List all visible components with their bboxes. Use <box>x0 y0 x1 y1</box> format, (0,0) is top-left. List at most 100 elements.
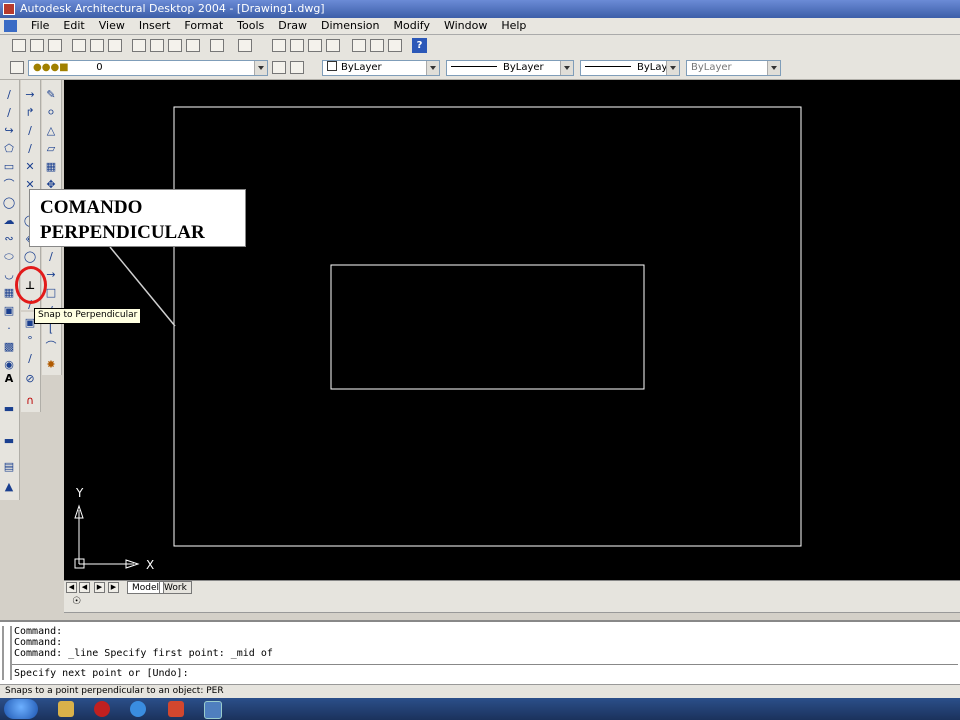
document-icon[interactable] <box>4 20 17 32</box>
lineweight-dropdown[interactable]: ByLayer <box>580 60 680 76</box>
construction-line-icon[interactable]: ∕ <box>2 106 16 120</box>
layer-previous-icon[interactable] <box>290 61 304 74</box>
snap-intersection-icon[interactable]: ✕ <box>23 160 37 174</box>
arc-icon[interactable]: ⌒ <box>2 178 16 192</box>
roof-tool-icon[interactable]: ▲ <box>2 480 16 494</box>
mirror-icon[interactable]: △ <box>44 124 58 138</box>
design-center-icon[interactable] <box>370 39 384 52</box>
osnap-settings-icon[interactable]: ∩ <box>23 394 37 408</box>
linetype-dropdown[interactable]: ByLayer <box>446 60 574 76</box>
point-icon[interactable]: · <box>2 322 16 336</box>
copy-object-icon[interactable]: ⚪ <box>44 106 58 120</box>
make-block-icon[interactable]: ▣ <box>2 304 16 318</box>
snap-from-icon[interactable]: ↱ <box>23 106 37 120</box>
help-icon[interactable]: ? <box>412 38 427 53</box>
target-icon[interactable]: ☉ <box>72 596 81 607</box>
media-player-icon[interactable] <box>94 701 110 717</box>
publish-icon[interactable] <box>108 39 122 52</box>
tab-work[interactable]: Work <box>159 581 192 594</box>
polygon-icon[interactable]: ⬠ <box>2 142 16 156</box>
pan-icon[interactable] <box>272 39 286 52</box>
color-dropdown[interactable]: ByLayer <box>322 60 440 76</box>
insert-block-icon[interactable]: ▦ <box>2 286 16 300</box>
undo-icon[interactable] <box>210 39 224 52</box>
zoom-realtime-icon[interactable] <box>290 39 304 52</box>
next-tab-icon[interactable]: ▶ <box>94 582 105 593</box>
properties-icon[interactable] <box>352 39 366 52</box>
plot-preview-icon[interactable] <box>90 39 104 52</box>
menu-view[interactable]: View <box>92 19 132 33</box>
chevron-down-icon[interactable] <box>767 61 780 75</box>
horizontal-scrollbar[interactable]: ☉ <box>64 595 960 613</box>
copy-icon[interactable] <box>150 39 164 52</box>
hatch-icon[interactable]: ▩ <box>2 340 16 354</box>
explode-icon[interactable]: ✸ <box>44 358 58 372</box>
menu-dimension[interactable]: Dimension <box>314 19 386 33</box>
revcloud-icon[interactable]: ☁ <box>2 214 16 228</box>
save-icon[interactable] <box>48 39 62 52</box>
tool-palettes-icon[interactable] <box>388 39 402 52</box>
match-properties-icon[interactable] <box>186 39 200 52</box>
spline-icon[interactable]: ∾ <box>2 232 16 246</box>
erase-icon[interactable]: ✎ <box>44 88 58 102</box>
zoom-previous-icon[interactable] <box>326 39 340 52</box>
wall-tool-icon[interactable]: ▬ <box>2 402 16 416</box>
make-current-layer-icon[interactable] <box>272 61 286 74</box>
office-icon[interactable] <box>168 701 184 717</box>
menu-help[interactable]: Help <box>494 19 533 33</box>
command-window[interactable]: Command: Command: Command: _line Specify… <box>0 620 960 684</box>
plotstyle-dropdown[interactable]: ByLayer <box>686 60 781 76</box>
polyline-icon[interactable]: ↪ <box>2 124 16 138</box>
offset-icon[interactable]: ▱ <box>44 142 58 156</box>
layers-icon[interactable] <box>10 61 24 74</box>
start-button[interactable] <box>4 699 38 719</box>
last-tab-icon[interactable]: ▶ <box>108 582 119 593</box>
layer-dropdown[interactable]: ●●●■ 0 <box>28 60 268 76</box>
region-icon[interactable]: ◉ <box>2 358 16 372</box>
plot-icon[interactable] <box>72 39 86 52</box>
temporary-tracking-icon[interactable]: → <box>23 88 37 102</box>
fillet-icon[interactable]: ⌒ <box>44 340 58 354</box>
chamfer-icon[interactable]: ⌊ <box>44 322 58 336</box>
snap-tangent-icon[interactable]: ◯ <box>23 250 37 264</box>
inner-rectangle[interactable] <box>330 264 645 390</box>
menu-modify[interactable]: Modify <box>387 19 437 33</box>
snap-midpoint-icon[interactable]: ∕ <box>23 142 37 156</box>
line-icon[interactable]: ∕ <box>2 88 16 102</box>
app-icon[interactable] <box>3 3 15 15</box>
snap-nearest-icon[interactable]: ∕ <box>23 352 37 366</box>
door-tool-icon[interactable]: ▬ <box>2 434 16 448</box>
autocad-taskbar-icon[interactable] <box>204 701 222 719</box>
ellipse-icon[interactable]: ⬭ <box>2 250 16 264</box>
paste-icon[interactable] <box>168 39 182 52</box>
menu-tools[interactable]: Tools <box>230 19 271 33</box>
menu-draw[interactable]: Draw <box>271 19 314 33</box>
folder-icon[interactable] <box>58 701 74 717</box>
command-window-grip[interactable] <box>2 626 12 680</box>
circle-icon[interactable]: ◯ <box>2 196 16 210</box>
menu-format[interactable]: Format <box>177 19 230 33</box>
multiline-text-icon[interactable]: A <box>2 372 16 386</box>
snap-none-icon[interactable]: ⊘ <box>23 372 37 386</box>
menu-window[interactable]: Window <box>437 19 494 33</box>
trim-icon[interactable]: ∕ <box>44 250 58 264</box>
zoom-window-icon[interactable] <box>308 39 322 52</box>
chevron-down-icon[interactable] <box>254 61 267 75</box>
first-tab-icon[interactable]: ◀ <box>66 582 77 593</box>
redo-icon[interactable] <box>238 39 252 52</box>
new-icon[interactable] <box>12 39 26 52</box>
snap-node-icon[interactable]: ° <box>23 334 37 348</box>
ellipse-arc-icon[interactable]: ◡ <box>2 268 16 282</box>
stair-tool-icon[interactable]: ▤ <box>2 460 16 474</box>
snap-endpoint-icon[interactable]: ∕ <box>23 124 37 138</box>
drawing-canvas[interactable]: Y X <box>64 80 960 580</box>
cut-icon[interactable] <box>132 39 146 52</box>
browser-icon[interactable] <box>130 701 146 717</box>
menu-file[interactable]: File <box>24 19 56 33</box>
menu-insert[interactable]: Insert <box>132 19 178 33</box>
outer-rectangle[interactable] <box>173 106 802 547</box>
chevron-down-icon[interactable] <box>560 61 573 75</box>
array-icon[interactable]: ▦ <box>44 160 58 174</box>
chevron-down-icon[interactable] <box>426 61 439 75</box>
rectangle-icon[interactable]: ▭ <box>2 160 16 174</box>
